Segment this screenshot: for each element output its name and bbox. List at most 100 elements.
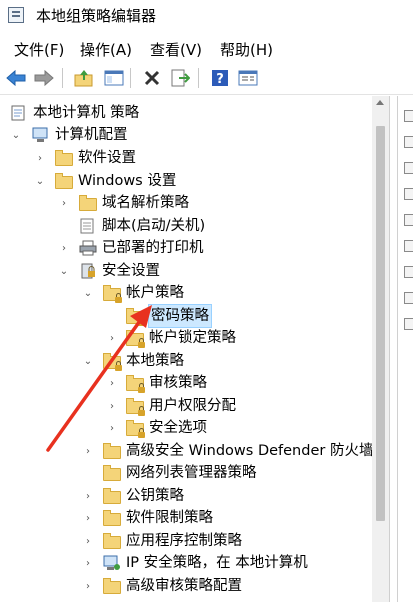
tree-node-security-settings[interactable]: 安全设置 <box>79 260 160 282</box>
locked-folder-icon <box>126 420 145 438</box>
tree-node-app-control[interactable]: 应用程序控制策略 <box>103 530 242 552</box>
chevron-right-icon[interactable]: › <box>106 372 118 394</box>
computer-icon <box>32 127 50 143</box>
tree-node-local-policy[interactable]: 本地计算机 策略 <box>10 102 139 124</box>
window-title: 本地组策略编辑器 <box>36 7 157 25</box>
locked-folder-icon <box>126 375 145 393</box>
tree-node-local-policies[interactable]: 本地策略 <box>103 350 184 372</box>
tree-node-audit-policy[interactable]: 审核策略 <box>126 372 207 394</box>
chevron-down-icon[interactable]: ⌄ <box>82 350 94 372</box>
tree-node-name-resolution[interactable]: 域名解析策略 <box>79 192 189 214</box>
tree-node-user-rights[interactable]: 用户权限分配 <box>126 395 236 417</box>
tree-node-ip-security[interactable]: IP 安全策略，在 本地计算机 <box>103 552 308 574</box>
policy-editor-app-icon <box>8 7 24 23</box>
tree-label: IP 安全策略，在 本地计算机 <box>126 555 308 571</box>
back-arrow-icon <box>6 69 26 87</box>
policy-item-icon <box>404 188 413 200</box>
tree-label: 已部署的打印机 <box>102 240 204 256</box>
properties-button[interactable] <box>236 66 260 90</box>
policy-item-icon <box>404 266 413 278</box>
tree-node-printers[interactable]: 已部署的打印机 <box>79 237 204 259</box>
tree-node-security-options[interactable]: 安全选项 <box>126 417 207 439</box>
up-level-button[interactable] <box>72 66 96 90</box>
tree-label: 软件限制策略 <box>126 510 213 526</box>
tree-node-lockout-policy[interactable]: 帐户锁定策略 <box>126 327 236 349</box>
tree-label: 本地计算机 策略 <box>33 105 140 121</box>
back-button[interactable] <box>4 66 28 90</box>
menu-bar: 文件(F) 操作(A) 查看(V) 帮助(H) <box>0 36 413 60</box>
tree-node-advanced-audit[interactable]: 高级审核策略配置 <box>103 575 242 597</box>
chevron-down-icon[interactable]: ⌄ <box>82 282 94 304</box>
chevron-down-icon[interactable]: ⌄ <box>58 260 70 282</box>
show-hide-tree-icon <box>104 70 124 86</box>
tree-node-software-settings[interactable]: 软件设置 <box>55 147 136 169</box>
locked-folder-icon <box>126 330 145 348</box>
scroll-thumb[interactable] <box>376 126 385 521</box>
tree-label: 审核策略 <box>149 375 207 391</box>
toolbar: ? <box>0 62 413 95</box>
chevron-right-icon[interactable]: › <box>58 237 70 259</box>
tree-node-computer-config[interactable]: 计算机配置 <box>32 124 128 146</box>
chevron-right-icon[interactable]: › <box>82 552 94 574</box>
tree-node-scripts[interactable]: 脚本(启动/关机) <box>79 215 205 237</box>
chevron-right-icon[interactable]: › <box>106 417 118 439</box>
tree-label: 本地策略 <box>126 353 184 369</box>
tree-node-password-policy[interactable]: 密码策略 <box>126 304 212 328</box>
tree-scrollbar[interactable] <box>372 96 389 602</box>
script-icon <box>79 218 97 234</box>
tree-node-defender-firewall[interactable]: 高级安全 Windows Defender 防火墙 <box>103 440 373 462</box>
tree-label: 软件设置 <box>78 150 136 166</box>
menu-view[interactable]: 查看(V) <box>150 39 202 60</box>
tree-node-network-list[interactable]: 网络列表管理器策略 <box>103 462 257 484</box>
toolbar-separator <box>198 68 199 88</box>
menu-file[interactable]: 文件(F) <box>14 39 64 60</box>
menu-help[interactable]: 帮助(H) <box>220 39 273 60</box>
title-bar: 本地组策略编辑器 <box>0 0 413 30</box>
tree-node-account-policies[interactable]: 帐户策略 <box>103 282 184 304</box>
tree-label: 帐户策略 <box>126 285 184 301</box>
folder-icon <box>103 443 121 459</box>
tree-label: 高级安全 Windows Defender 防火墙 <box>126 443 374 459</box>
policy-item-icon <box>404 318 413 330</box>
svg-text:?: ? <box>216 72 224 87</box>
scroll-up-arrow-icon[interactable] <box>376 100 384 105</box>
chevron-right-icon[interactable]: › <box>34 147 46 169</box>
forward-button[interactable] <box>32 66 56 90</box>
help-icon: ? <box>212 70 228 87</box>
forward-arrow-icon <box>34 69 54 87</box>
chevron-right-icon[interactable]: › <box>82 575 94 597</box>
details-pane <box>397 96 413 602</box>
tree-label: 应用程序控制策略 <box>126 533 242 549</box>
tree-label: 域名解析策略 <box>102 195 189 211</box>
folder-icon <box>55 173 73 189</box>
help-button[interactable]: ? <box>208 66 232 90</box>
chevron-right-icon[interactable]: › <box>82 440 94 462</box>
chevron-right-icon[interactable]: › <box>82 507 94 529</box>
chevron-right-icon[interactable]: › <box>106 395 118 417</box>
chevron-right-icon[interactable]: › <box>106 327 118 349</box>
ip-security-computer-icon <box>103 555 121 571</box>
tree-label: 公钥策略 <box>126 488 184 504</box>
tree-node-windows-settings[interactable]: Windows 设置 <box>55 170 176 192</box>
chevron-right-icon[interactable]: › <box>82 485 94 507</box>
tree-label: 脚本(启动/关机) <box>102 218 206 234</box>
show-tree-button[interactable] <box>102 66 126 90</box>
folder-icon <box>79 195 97 211</box>
delete-button[interactable] <box>140 66 164 90</box>
tree-label: 用户权限分配 <box>149 398 236 414</box>
tree-node-software-restriction[interactable]: 软件限制策略 <box>103 507 213 529</box>
locked-folder-icon <box>126 398 145 416</box>
menu-action[interactable]: 操作(A) <box>80 39 132 60</box>
policy-item-icon <box>404 240 413 252</box>
policy-tree[interactable]: 本地计算机 策略 ⌄ 计算机配置 › 软件设置 ⌄ Windows 设置 › 域… <box>0 96 390 602</box>
policy-item-icon <box>404 136 413 148</box>
chevron-right-icon[interactable]: › <box>58 192 70 214</box>
export-button[interactable] <box>168 66 192 90</box>
tree-node-public-key[interactable]: 公钥策略 <box>103 485 184 507</box>
tree-label: 网络列表管理器策略 <box>126 465 257 481</box>
chevron-down-icon[interactable]: ⌄ <box>34 170 46 192</box>
chevron-right-icon[interactable]: › <box>82 530 94 552</box>
policy-item-icon <box>404 214 413 226</box>
tree-label: 密码策略 <box>148 304 212 328</box>
chevron-down-icon[interactable]: ⌄ <box>10 124 22 146</box>
